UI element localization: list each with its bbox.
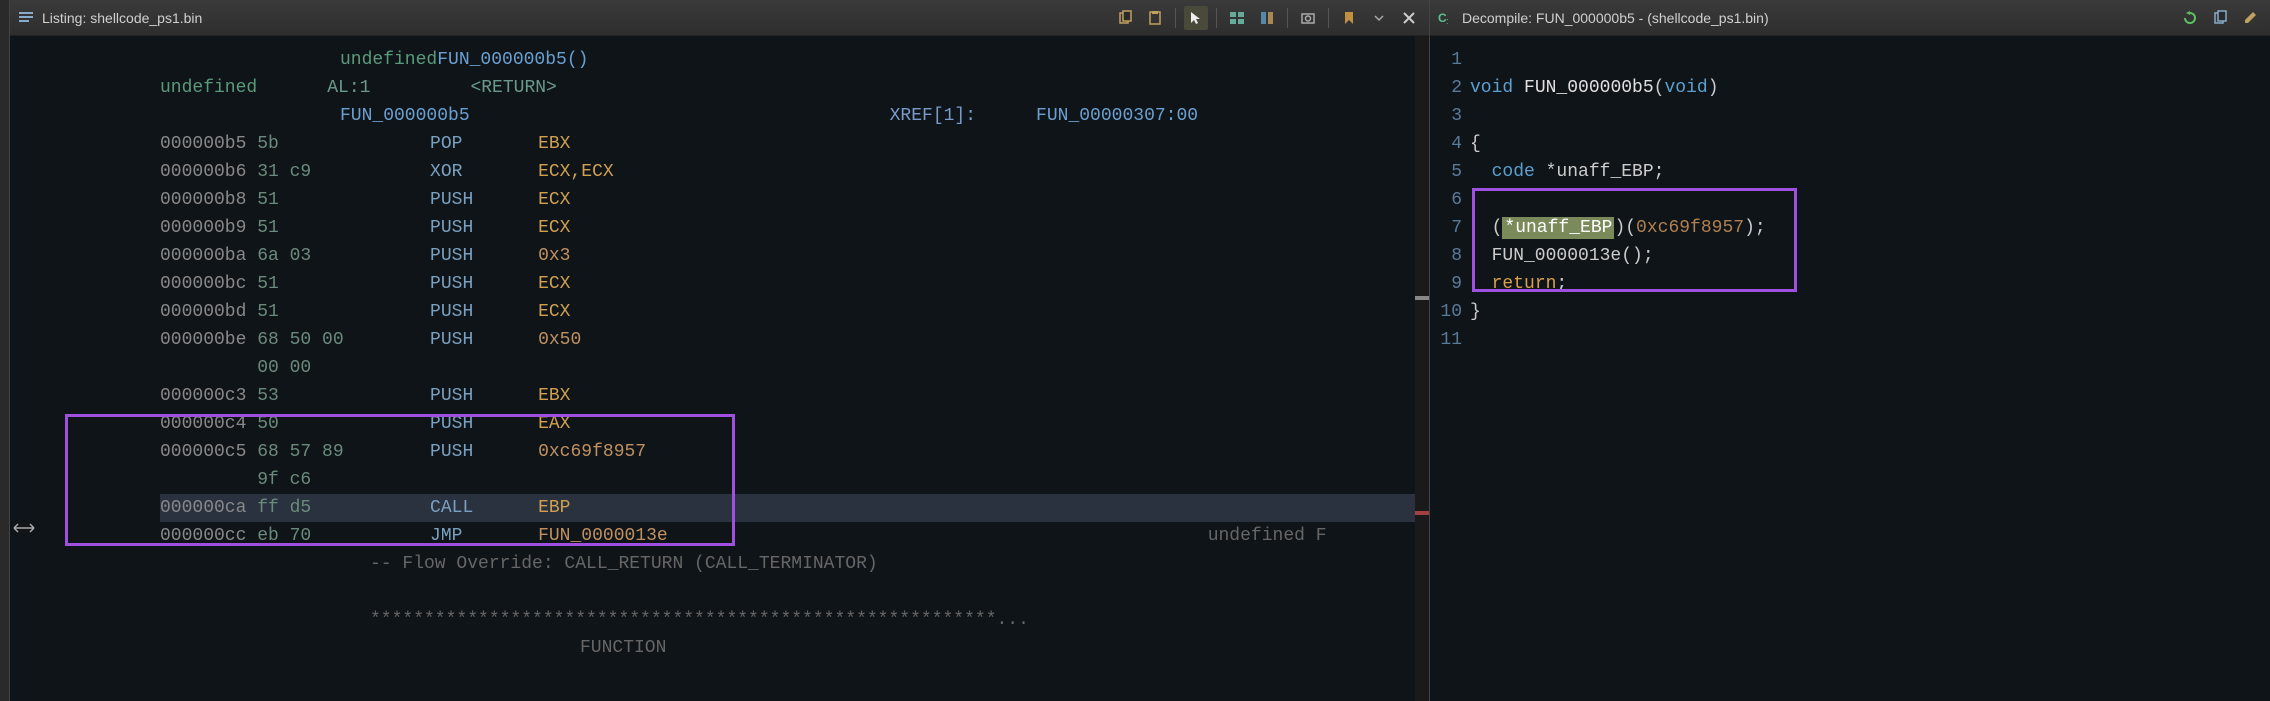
diff-icon[interactable] [1255, 6, 1279, 30]
snapshot-icon[interactable] [1296, 6, 1320, 30]
decomp-line[interactable]: 4{ [1430, 130, 2270, 158]
decomp-line[interactable]: 5 code *unaff_EBP; [1430, 158, 2270, 186]
disasm-row[interactable]: 000000b9 51 PUSH ECX [160, 214, 1429, 242]
listing-panel: Listing: shellcode_ps1.bin unde [10, 0, 1430, 701]
decomp-line[interactable]: 6 [1430, 186, 2270, 214]
chevron-down-icon[interactable] [1367, 6, 1391, 30]
edit-icon[interactable] [2238, 6, 2262, 30]
listing-header-row: undefined FUN_000000b5() [160, 46, 1429, 74]
svg-text::: : [1446, 16, 1449, 26]
refresh-icon[interactable] [2178, 6, 2202, 30]
toolbar-separator [1328, 8, 1329, 28]
decompile-icon: C: [1438, 10, 1454, 26]
disasm-row[interactable]: 000000bc 51 PUSH ECX [160, 270, 1429, 298]
listing-code[interactable]: undefined FUN_000000b5() undefined AL:1<… [10, 36, 1429, 701]
decomp-line[interactable]: 9 return; [1430, 270, 2270, 298]
listing-titlebar: Listing: shellcode_ps1.bin [10, 0, 1429, 36]
listing-minimap[interactable] [1415, 36, 1429, 701]
listing-icon [18, 10, 34, 26]
decompile-toolbar [2178, 6, 2262, 30]
copy-icon[interactable] [2208, 6, 2232, 30]
minimap-marker [1415, 296, 1429, 300]
listing-header-row: FUN_000000b5XREF[1]: FUN_00000307:00 [160, 102, 1429, 130]
decompile-code[interactable]: 12void FUN_000000b5(void)34{5 code *unaf… [1430, 36, 2270, 701]
decompile-title: Decompile: FUN_000000b5 - (shellcode_ps1… [1462, 10, 2178, 26]
disasm-row[interactable]: 000000c3 53 PUSH EBX [160, 382, 1429, 410]
decomp-line[interactable]: 1 [1430, 46, 2270, 74]
listing-toolbar [1113, 6, 1421, 30]
disasm-row[interactable]: 000000b8 51 PUSH ECX [160, 186, 1429, 214]
blank-row [160, 578, 1429, 606]
bookmark-icon[interactable] [1337, 6, 1361, 30]
disasm-row[interactable]: 000000c5 68 57 89 PUSH 0xc69f8957 [160, 438, 1429, 466]
copy-icon[interactable] [1113, 6, 1137, 30]
toolbar-separator [1216, 8, 1217, 28]
listing-title: Listing: shellcode_ps1.bin [42, 10, 1113, 26]
disasm-row[interactable]: 000000ba 6a 03 PUSH 0x3 [160, 242, 1429, 270]
disasm-row[interactable]: 000000c4 50 PUSH EAX [160, 410, 1429, 438]
resize-cursor-icon [12, 520, 32, 540]
decomp-line[interactable]: 10} [1430, 298, 2270, 326]
disasm-row[interactable]: 000000b5 5b POP EBX [160, 130, 1429, 158]
disasm-row[interactable]: 00 00 [160, 354, 1429, 382]
decompile-titlebar: C: Decompile: FUN_000000b5 - (shellcode_… [1430, 0, 2270, 36]
minimap-marker [1415, 511, 1429, 515]
decompile-panel: C: Decompile: FUN_000000b5 - (shellcode_… [1430, 0, 2270, 701]
disasm-row[interactable]: 000000be 68 50 00 PUSH 0x50 [160, 326, 1429, 354]
disasm-row[interactable]: 000000cc eb 70 JMP FUN_0000013eundefined… [160, 522, 1429, 550]
decomp-line[interactable]: 7 (*unaff_EBP)(0xc69f8957); [1430, 214, 2270, 242]
listing-header-row: undefined AL:1<RETURN> [160, 74, 1429, 102]
decomp-line[interactable]: 3 [1430, 102, 2270, 130]
disasm-row[interactable]: 9f c6 [160, 466, 1429, 494]
blocks-icon[interactable] [1225, 6, 1249, 30]
func-footer: FUNCTION [160, 634, 1429, 662]
flow-comment: -- Flow Override: CALL_RETURN (CALL_TERM… [160, 550, 1429, 578]
toolbar-separator [1175, 8, 1176, 28]
disasm-row[interactable]: 000000bd 51 PUSH ECX [160, 298, 1429, 326]
disasm-row[interactable]: 000000ca ff d5 CALL EBP [160, 494, 1429, 522]
disasm-row[interactable]: 000000b6 31 c9 XOR ECX,ECX [160, 158, 1429, 186]
toolbar-separator [1287, 8, 1288, 28]
cursor-icon[interactable] [1184, 6, 1208, 30]
paste-icon[interactable] [1143, 6, 1167, 30]
decomp-line[interactable]: 8 FUN_0000013e(); [1430, 242, 2270, 270]
stars-row: ****************************************… [160, 606, 1429, 634]
decomp-line[interactable]: 2void FUN_000000b5(void) [1430, 74, 2270, 102]
decomp-line[interactable]: 11 [1430, 326, 2270, 354]
close-icon[interactable] [1397, 6, 1421, 30]
left-gutter [0, 0, 10, 701]
